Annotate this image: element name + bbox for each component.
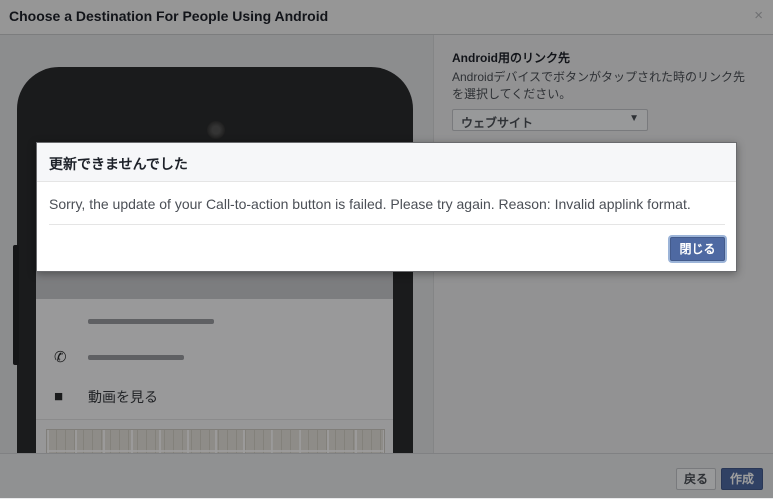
video-camera-icon: ■: [54, 388, 64, 405]
placeholder-bar: [88, 319, 214, 324]
dialog-title: Choose a Destination For People Using An…: [9, 8, 329, 24]
error-dialog-title: 更新できませんでした: [49, 156, 188, 172]
phone-icon: ✆: [54, 349, 67, 366]
phone-row-call: ✆: [36, 335, 393, 380]
close-icon[interactable]: ×: [754, 7, 763, 24]
error-dialog-header: 更新できませんでした: [37, 143, 736, 182]
android-destination-heading: Android用のリンク先: [452, 51, 570, 65]
phone-speaker: [207, 121, 225, 139]
placeholder-bar: [88, 355, 184, 360]
error-dialog: 更新できませんでした Sorry, the update of your Cal…: [36, 142, 737, 272]
dialog-header: Choose a Destination For People Using An…: [0, 0, 773, 35]
error-message: Sorry, the update of your Call-to-action…: [49, 196, 691, 212]
dialog-footer: 戻る 作成: [0, 453, 773, 499]
phone-row-video: ■ 動画を見る: [36, 375, 393, 420]
close-button[interactable]: 閉じる: [670, 237, 725, 261]
phone-side-button: [13, 245, 19, 365]
destination-select[interactable]: ウェブサイト ▼: [452, 109, 648, 131]
map-preview: [46, 429, 385, 453]
video-label: 動画を見る: [88, 389, 158, 405]
chevron-down-icon: ▼: [629, 113, 639, 124]
destination-select-value: ウェブサイト: [461, 116, 534, 130]
create-button[interactable]: 作成: [721, 468, 763, 490]
divider: [49, 224, 725, 225]
android-destination-description: Androidデバイスでボタンがタップされた時のリンク先を選択してください。: [452, 70, 746, 101]
back-button[interactable]: 戻る: [676, 468, 716, 490]
